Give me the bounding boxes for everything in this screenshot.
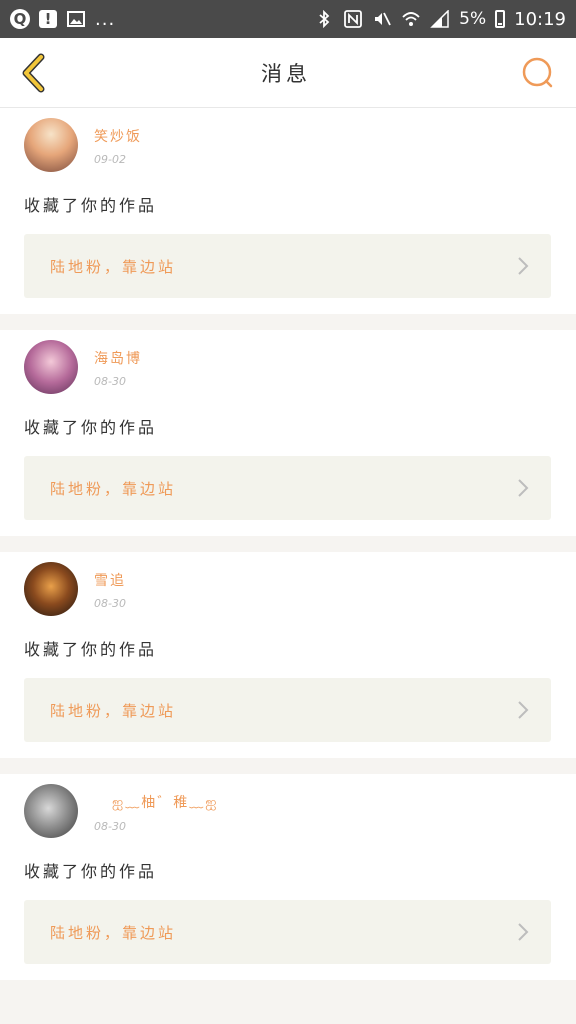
avatar[interactable] — [24, 562, 78, 616]
work-title: 陆地粉，靠边站 — [50, 923, 177, 942]
back-button[interactable] — [12, 51, 56, 95]
work-link[interactable]: 陆地粉，靠边站 — [24, 456, 551, 520]
work-title: 陆地粉，靠边站 — [50, 701, 177, 720]
bluetooth-icon — [314, 9, 334, 29]
message-card: ஐ﹏柚゛稚﹏ஐ 08-30 收藏了你的作品 陆地粉，靠边站 — [0, 774, 576, 980]
message-date: 08-30 — [94, 820, 126, 833]
action-text: 收藏了你的作品 — [24, 196, 158, 215]
chevron-right-icon — [518, 257, 529, 275]
username[interactable]: 笑炒饭 — [94, 126, 142, 146]
clock: 10:19 — [514, 8, 566, 30]
message-list: 笑炒饭 09-02 收藏了你的作品 陆地粉，靠边站 海岛博 08-30 收藏了你… — [0, 108, 576, 980]
qq-notification-icon: Q — [10, 9, 30, 29]
battery-percent: 5% — [459, 9, 487, 29]
gallery-notification-icon — [66, 9, 86, 29]
work-link[interactable]: 陆地粉，靠边站 — [24, 678, 551, 742]
action-text: 收藏了你的作品 — [24, 640, 158, 659]
action-text: 收藏了你的作品 — [24, 418, 158, 437]
message-card: 笑炒饭 09-02 收藏了你的作品 陆地粉，靠边站 — [0, 108, 576, 314]
status-bar: Q ! ... 5% 10:19 — [0, 0, 576, 38]
nfc-icon — [343, 9, 363, 29]
more-notifications: ... — [95, 8, 116, 30]
username[interactable]: ஐ﹏柚゛稚﹏ஐ — [94, 792, 218, 813]
avatar[interactable] — [24, 784, 78, 838]
nav-bar: 消息 — [0, 38, 576, 108]
back-arrow-icon — [22, 53, 45, 92]
work-title: 陆地粉，靠边站 — [50, 479, 177, 498]
work-link[interactable]: 陆地粉，靠边站 — [24, 900, 551, 964]
message-date: 08-30 — [94, 375, 126, 388]
message-card: 海岛博 08-30 收藏了你的作品 陆地粉，靠边站 — [0, 330, 576, 536]
search-icon — [522, 57, 553, 87]
chevron-right-icon — [518, 479, 529, 497]
alert-notification-icon: ! — [39, 10, 57, 28]
wifi-icon — [401, 9, 421, 29]
search-button[interactable] — [516, 51, 560, 95]
work-link[interactable]: 陆地粉，靠边站 — [24, 234, 551, 298]
action-text: 收藏了你的作品 — [24, 862, 158, 881]
chevron-right-icon — [518, 701, 529, 719]
battery-icon — [495, 10, 506, 28]
mute-icon — [372, 9, 392, 29]
avatar[interactable] — [24, 118, 78, 172]
message-date: 09-02 — [94, 153, 126, 166]
page-title: 消息 — [261, 61, 311, 86]
message-date: 08-30 — [94, 597, 126, 610]
work-title: 陆地粉，靠边站 — [50, 257, 177, 276]
message-card: 雪追 08-30 收藏了你的作品 陆地粉，靠边站 — [0, 552, 576, 758]
signal-icon — [430, 9, 450, 29]
username[interactable]: 海岛博 — [94, 348, 142, 368]
avatar[interactable] — [24, 340, 78, 394]
username[interactable]: 雪追 — [94, 570, 126, 590]
chevron-right-icon — [518, 923, 529, 941]
